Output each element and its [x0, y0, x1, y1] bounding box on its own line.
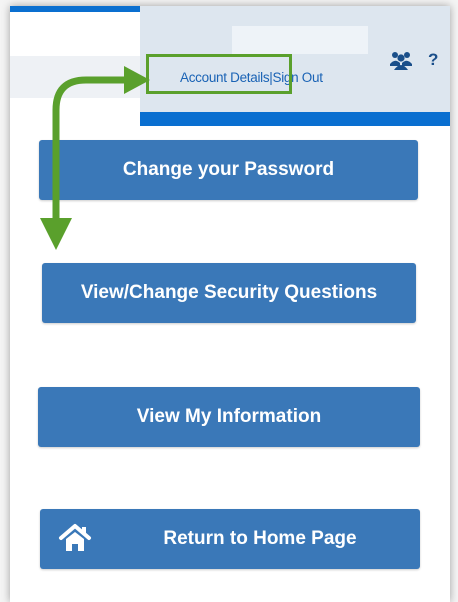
change-password-label: Change your Password [122, 159, 335, 180]
left-header-grey-strip [10, 56, 140, 98]
change-password-button[interactable]: Change your Password [39, 140, 418, 200]
header-bottom-bar [140, 112, 450, 126]
people-icon[interactable] [390, 50, 412, 70]
account-panel: Account Details|Sign Out ? Change your P… [10, 6, 450, 602]
security-questions-label: View/Change Security Questions [80, 282, 378, 303]
help-icon[interactable]: ? [428, 50, 438, 70]
return-home-label: Return to Home Page [163, 528, 357, 549]
header-top-box [232, 26, 368, 54]
annotation-highlight-box [146, 54, 292, 94]
security-questions-button[interactable]: View/Change Security Questions [42, 263, 416, 323]
view-information-label: View My Information [136, 406, 322, 427]
view-information-button[interactable]: View My Information [38, 387, 420, 447]
home-icon [58, 523, 92, 553]
return-home-button[interactable]: Return to Home Page [40, 509, 420, 569]
